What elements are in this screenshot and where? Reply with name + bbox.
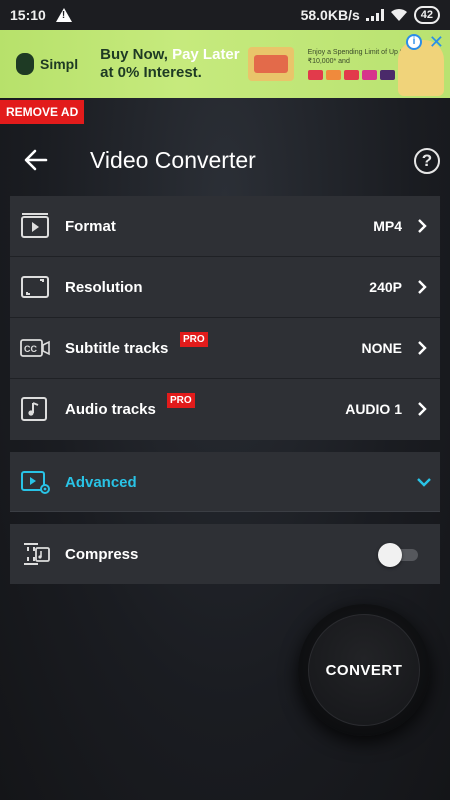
help-icon[interactable]: ?: [414, 148, 440, 174]
ad-line2: at 0% Interest.: [100, 64, 202, 81]
chevron-right-icon: [418, 402, 427, 416]
settings-list: Format MP4 Resolution 240P CC Subtitle t…: [10, 196, 440, 440]
ad-line1a: Buy Now,: [100, 46, 173, 63]
audio-tracks-row[interactable]: Audio tracks PRO AUDIO 1: [10, 379, 440, 440]
advanced-label: Advanced: [65, 474, 137, 491]
toggle-knob: [378, 543, 402, 567]
format-row[interactable]: Format MP4: [10, 196, 440, 257]
chevron-down-icon[interactable]: [416, 476, 432, 488]
resolution-row[interactable]: Resolution 240P: [10, 257, 440, 318]
play-frame-icon: [21, 213, 49, 238]
simpl-logo-icon: [16, 53, 34, 75]
battery-indicator: 42: [413, 6, 440, 24]
music-note-icon: [21, 397, 47, 421]
resolution-label: Resolution: [65, 279, 143, 296]
pro-badge: PRO: [167, 393, 195, 408]
ad-brand: Simpl: [40, 56, 79, 72]
compress-row: Compress: [10, 524, 440, 584]
ad-headline: Buy Now, Pay Later at 0% Interest.: [100, 46, 240, 82]
ad-small-text: Enjoy a Spending Limit of Up to ₹10,000*…: [307, 49, 406, 65]
remove-ad-button[interactable]: REMOVE AD: [0, 100, 85, 124]
back-arrow-icon[interactable]: [22, 146, 50, 174]
resolution-frame-icon: [21, 276, 49, 298]
shopping-cart-icon: [247, 47, 294, 81]
signal-icon: [365, 9, 384, 21]
audio-tracks-label: Audio tracks: [65, 401, 156, 418]
video-settings-icon: [21, 471, 50, 494]
status-time: 15:10: [10, 7, 46, 23]
compress-toggle[interactable]: [378, 543, 418, 567]
chevron-right-icon: [418, 341, 427, 355]
compress-icon: [24, 543, 50, 565]
cc-icon: CC: [20, 339, 50, 357]
ad-close-icon[interactable]: ✕: [429, 32, 444, 53]
format-value: MP4: [373, 218, 402, 234]
subtitle-tracks-value: NONE: [361, 340, 402, 356]
wifi-icon: [390, 8, 407, 21]
compress-label: Compress: [65, 546, 139, 563]
chevron-right-icon: [418, 280, 427, 294]
ad-info-icon[interactable]: i: [406, 34, 422, 50]
network-speed: 58.0KB/s: [300, 7, 360, 23]
advanced-section[interactable]: Advanced: [10, 452, 440, 512]
format-label: Format: [65, 218, 116, 235]
convert-button[interactable]: CONVERT: [308, 614, 420, 726]
convert-button-ring: CONVERT: [298, 604, 430, 736]
audio-tracks-value: AUDIO 1: [345, 401, 402, 417]
app-header: Video Converter ?: [0, 138, 450, 184]
subtitle-tracks-row[interactable]: CC Subtitle tracks PRO NONE: [10, 318, 440, 379]
ad-banner[interactable]: Simpl Buy Now, Pay Later at 0% Interest.…: [0, 30, 450, 98]
chevron-right-icon: [418, 219, 427, 233]
ad-line1b: Pay Later: [172, 46, 240, 63]
page-title: Video Converter: [90, 147, 256, 173]
status-bar: 15:10 58.0KB/s 42: [0, 0, 450, 30]
svg-text:CC: CC: [24, 344, 37, 354]
warning-icon: [55, 8, 72, 22]
ad-brand-logos: [307, 70, 408, 80]
subtitle-tracks-label: Subtitle tracks: [65, 340, 169, 357]
ad-logo: Simpl: [16, 53, 78, 75]
pro-badge: PRO: [180, 332, 208, 347]
ad-fineprint: Enjoy a Spending Limit of Up to ₹10,000*…: [307, 48, 408, 80]
resolution-value: 240P: [369, 279, 402, 295]
